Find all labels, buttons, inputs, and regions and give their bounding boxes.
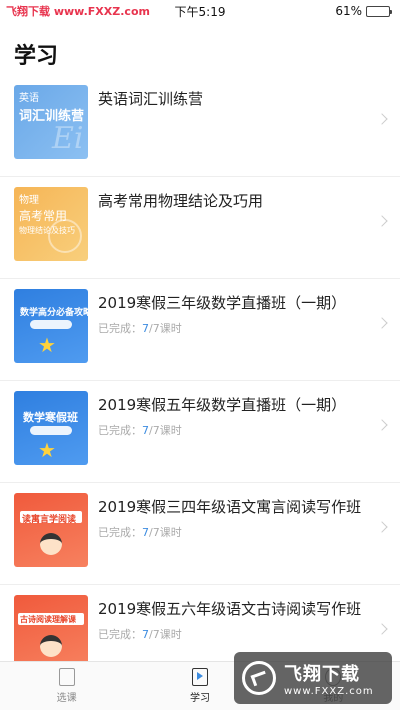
course-info: 2019寒假三年级数学直播班（一期） 已完成：7/7课时 bbox=[98, 289, 386, 336]
thumb-heading: 数学寒假班 bbox=[23, 411, 78, 424]
course-thumbnail: 读寓言学阅读 bbox=[14, 493, 88, 567]
status-bar: 飞翔下载 www.FXXZ.com 下午5:19 61% bbox=[0, 0, 400, 22]
thumb-tag: 英语 bbox=[19, 93, 39, 104]
course-item[interactable]: 数学高分必备攻略 ★ 2019寒假三年级数学直播班（一期） 已完成：7/7课时 bbox=[0, 279, 400, 381]
thumb-tag: 物理 bbox=[19, 195, 39, 206]
play-icon bbox=[191, 668, 208, 686]
progress-done: 7 bbox=[142, 526, 149, 539]
watermark-main: 飞翔下载 bbox=[284, 663, 360, 685]
tab-label: 选课 bbox=[56, 693, 77, 704]
battery-percent: 61% bbox=[335, 4, 362, 18]
course-info: 2019寒假五六年级语文古诗阅读写作班 已完成：7/7课时 bbox=[98, 595, 386, 642]
course-title: 2019寒假三年级数学直播班（一期） bbox=[98, 294, 347, 312]
course-info: 英语词汇训练营 bbox=[98, 85, 386, 109]
course-thumbnail: 古诗阅读理解课 bbox=[14, 595, 88, 669]
star-icon: ★ bbox=[38, 438, 56, 462]
course-title: 2019寒假五年级数学直播班（一期） bbox=[98, 396, 347, 414]
chevron-right-icon bbox=[376, 215, 388, 227]
course-info: 2019寒假五年级数学直播班（一期） 已完成：7/7课时 bbox=[98, 391, 386, 438]
tab-select-course[interactable]: 选课 bbox=[0, 662, 133, 710]
progress-total: /7课时 bbox=[149, 628, 182, 641]
progress-done: 7 bbox=[142, 424, 149, 437]
course-progress: 已完成：7/7课时 bbox=[98, 422, 386, 438]
status-right: 61% bbox=[335, 4, 392, 18]
progress-total: /7课时 bbox=[149, 526, 182, 539]
course-item[interactable]: 物理 高考常用 物理结论及技巧 高考常用物理结论及巧用 bbox=[0, 177, 400, 279]
course-progress: 已完成：7/7课时 bbox=[98, 320, 386, 336]
thumb-button-shape bbox=[30, 426, 72, 435]
watermark-sub: www.FXXZ.com bbox=[284, 685, 374, 697]
watermark-top: 飞翔下载 www.FXXZ.com bbox=[6, 5, 150, 18]
watermark-logo: 飞翔下载 www.FXXZ.com bbox=[234, 652, 392, 704]
course-item[interactable]: 数学寒假班 ★ 2019寒假五年级数学直播班（一期） 已完成：7/7课时 bbox=[0, 381, 400, 483]
course-info: 高考常用物理结论及巧用 bbox=[98, 187, 386, 211]
child-illustration bbox=[40, 533, 62, 555]
course-thumbnail: 数学寒假班 ★ bbox=[14, 391, 88, 465]
progress-total: /7课时 bbox=[149, 424, 182, 437]
progress-done: 7 bbox=[142, 322, 149, 335]
course-info: 2019寒假三四年级语文寓言阅读写作班 已完成：7/7课时 bbox=[98, 493, 386, 540]
course-item[interactable]: 读寓言学阅读 2019寒假三四年级语文寓言阅读写作班 已完成：7/7课时 bbox=[0, 483, 400, 585]
progress-label: 已完成： bbox=[98, 526, 142, 539]
star-icon: ★ bbox=[38, 333, 56, 357]
atom-icon bbox=[48, 219, 82, 253]
child-illustration bbox=[40, 635, 62, 657]
course-title: 2019寒假三四年级语文寓言阅读写作班 bbox=[98, 498, 362, 516]
progress-label: 已完成： bbox=[98, 322, 142, 335]
course-item[interactable]: 英语 词汇训练营 Ei 英语词汇训练营 bbox=[0, 75, 400, 177]
page-title: 学习 bbox=[14, 44, 59, 69]
thumb-heading: 古诗阅读理解课 bbox=[20, 615, 76, 624]
progress-label: 已完成： bbox=[98, 628, 142, 641]
course-title: 2019寒假五六年级语文古诗阅读写作班 bbox=[98, 600, 362, 618]
chevron-right-icon bbox=[376, 113, 388, 125]
thumb-heading: 读寓言学阅读 bbox=[22, 515, 77, 525]
battery-icon bbox=[366, 5, 392, 17]
watermark-logo-icon bbox=[242, 661, 276, 695]
course-title: 高考常用物理结论及巧用 bbox=[98, 192, 264, 210]
progress-label: 已完成： bbox=[98, 424, 142, 437]
course-title: 英语词汇训练营 bbox=[98, 90, 204, 108]
thumb-heading: 数学高分必备攻略 bbox=[20, 308, 88, 318]
book-icon bbox=[58, 668, 75, 686]
course-progress: 已完成：7/7课时 bbox=[98, 524, 386, 540]
course-progress: 已完成：7/7课时 bbox=[98, 626, 386, 642]
progress-total: /7课时 bbox=[149, 322, 182, 335]
course-list: 英语 词汇训练营 Ei 英语词汇训练营 物理 高考常用 物理结论及技巧 高考常用… bbox=[0, 75, 400, 687]
course-thumbnail: 数学高分必备攻略 ★ bbox=[14, 289, 88, 363]
thumb-button-shape bbox=[30, 320, 72, 329]
thumb-letters: Ei bbox=[52, 121, 84, 156]
course-thumbnail: 英语 词汇训练营 Ei bbox=[14, 85, 88, 159]
tab-label: 学习 bbox=[189, 693, 210, 704]
progress-done: 7 bbox=[142, 628, 149, 641]
course-thumbnail: 物理 高考常用 物理结论及技巧 bbox=[14, 187, 88, 261]
